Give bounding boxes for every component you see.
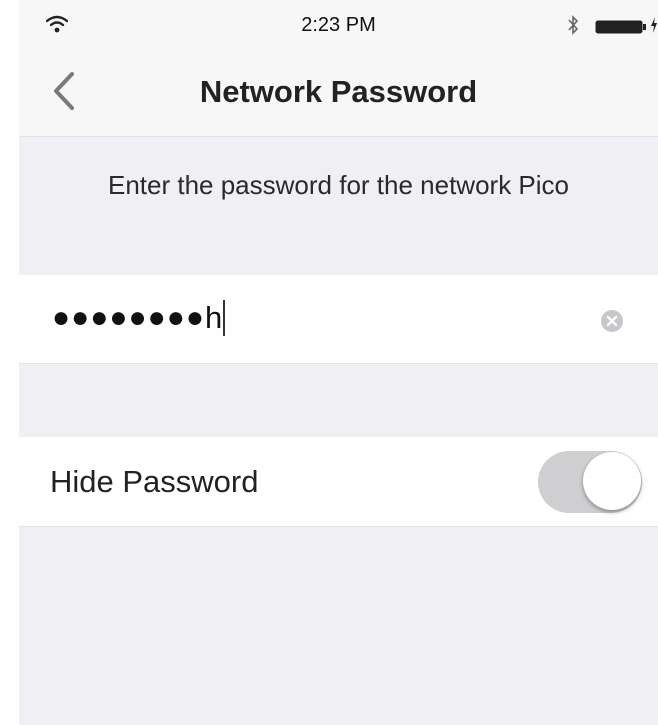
hide-password-row: Hide Password: [19, 437, 658, 527]
status-time: 2:23 PM: [301, 14, 376, 36]
hide-password-toggle[interactable]: [538, 451, 642, 513]
status-bar: 2:23 PM: [19, 0, 658, 48]
toggle-knob: [583, 452, 641, 510]
page-title: Network Password: [199, 74, 478, 109]
password-last-char: h: [204, 300, 223, 335]
password-masked-chars: ●●●●●●●●: [52, 301, 205, 334]
password-input[interactable]: ●●●●●●●● h: [52, 295, 572, 341]
password-row: ●●●●●●●● h: [19, 275, 658, 364]
charging-icon: [651, 17, 657, 33]
bluetooth-icon: [568, 15, 579, 35]
battery-icon: [595, 20, 646, 34]
phone-screen: 2:23 PM Network Password Enter the passw…: [19, 0, 658, 725]
navigation-bar: Network Password: [19, 48, 658, 137]
password-prompt: Enter the password for the network Pico: [107, 170, 569, 200]
clear-text-icon[interactable]: [600, 309, 624, 333]
hide-password-label: Hide Password: [50, 464, 259, 499]
text-cursor: [223, 300, 226, 336]
